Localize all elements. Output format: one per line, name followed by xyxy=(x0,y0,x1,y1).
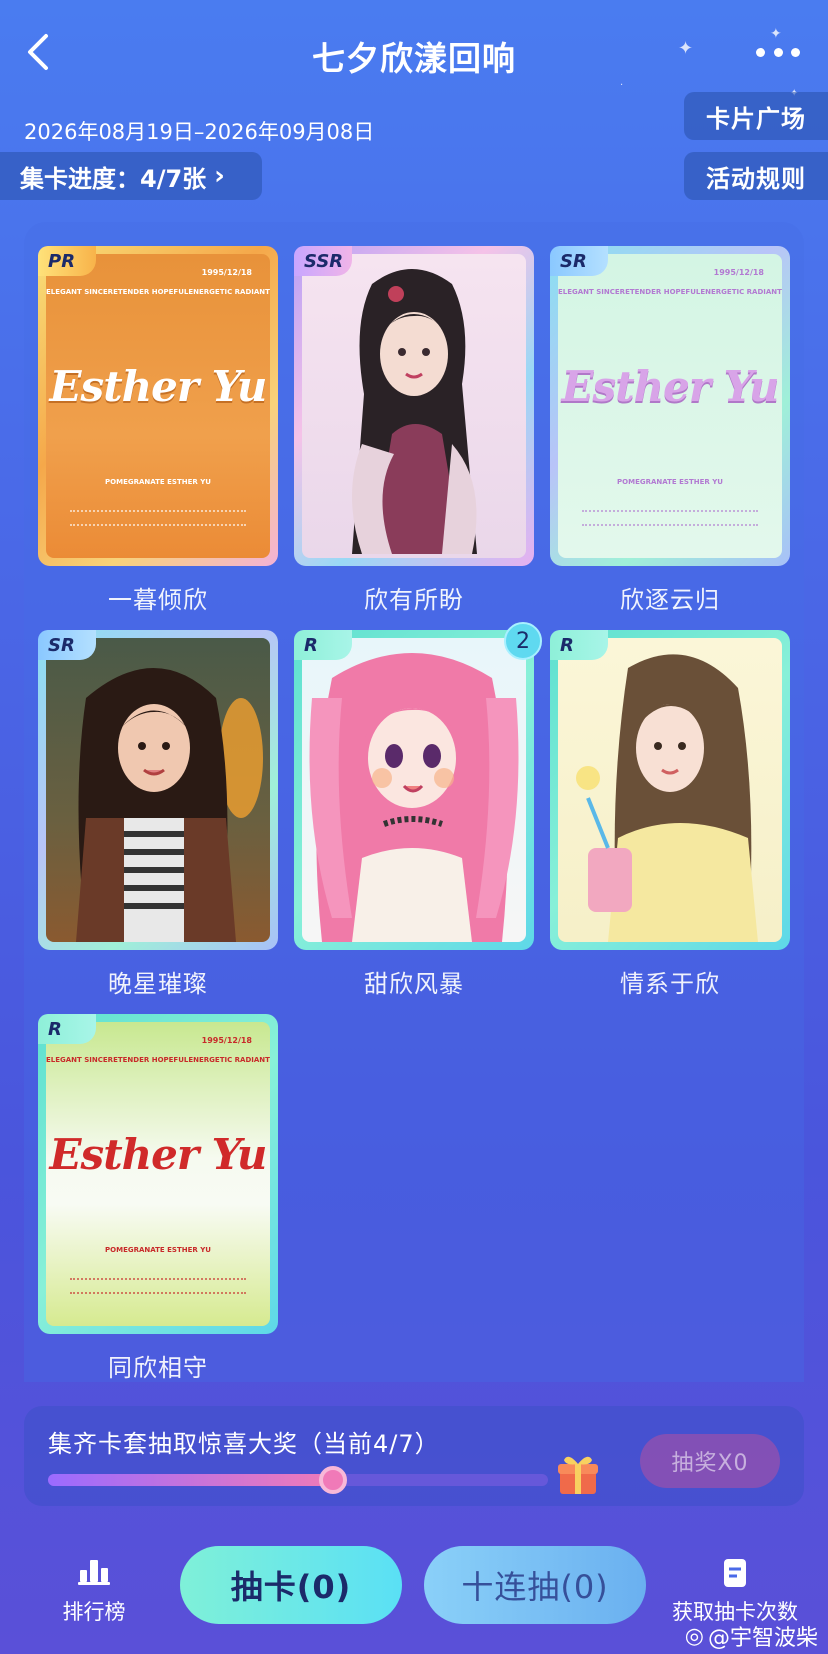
card-name: 情系于欣 xyxy=(620,970,720,998)
poster-fine-print xyxy=(70,1278,246,1294)
grand-prize-progress: 集齐卡套抽取惊喜大奖（当前4/7） 抽奖X0 xyxy=(24,1406,804,1506)
rarity-badge: PR xyxy=(38,246,96,276)
card-item[interactable]: PR 1995/12/18 ELEGANT SINCERE TENDER HOP… xyxy=(38,246,278,615)
poster-tag: TENDER HOPEFUL xyxy=(117,288,189,296)
rarity-badge: SSR xyxy=(294,246,352,276)
poster-tags: ELEGANT SINCERE TENDER HOPEFUL ENERGETIC… xyxy=(46,1056,270,1064)
chevron-right-icon: › xyxy=(214,161,225,191)
more-dot xyxy=(773,47,783,57)
poster-script-logo: Esther Yu xyxy=(561,362,780,411)
collection-progress-button[interactable]: 集卡进度：4/7张 › xyxy=(0,152,262,200)
poster-script-logo: Esther Yu xyxy=(49,362,268,411)
poster-subtitle: POMEGRANATE ESTHER YU xyxy=(105,1246,211,1254)
rarity-badge: SR xyxy=(38,630,96,660)
rarity-badge: R xyxy=(294,630,352,660)
poster-tag: ENERGETIC RADIANT xyxy=(188,1056,270,1064)
card-item[interactable]: SR 1995/12/18 ELEGANT SINCERE TENDER HOP… xyxy=(550,246,790,615)
leaderboard-button[interactable]: 排行榜 xyxy=(44,1558,144,1626)
poster-tag: ENERGETIC RADIANT xyxy=(188,288,270,296)
leaderboard-icon xyxy=(78,1560,110,1585)
poster-tag: ELEGANT SINCERE xyxy=(558,288,630,296)
card-frame: SR xyxy=(38,630,278,950)
grand-prize-text: 集齐卡套抽取惊喜大奖（当前4/7） xyxy=(48,1430,440,1458)
poster-tags: ELEGANT SINCERE TENDER HOPEFUL ENERGETIC… xyxy=(558,288,782,296)
watermark-text: @宇智波柴 xyxy=(707,1626,818,1651)
document-icon xyxy=(724,1559,746,1587)
portrait-illustration xyxy=(76,668,263,942)
lottery-draw-button[interactable]: 抽奖X0 xyxy=(640,1434,780,1488)
card-item[interactable]: 2 R 甜欣风暴 xyxy=(294,622,542,999)
card-square-button[interactable]: 卡片广场 xyxy=(684,92,828,140)
rarity-badge: SR xyxy=(550,246,608,276)
card-frame: PR 1995/12/18 ELEGANT SINCERE TENDER HOP… xyxy=(38,246,278,566)
card-count-badge: 2 xyxy=(504,622,542,660)
weibo-icon: ◎ xyxy=(684,1623,704,1649)
poster-tag: TENDER HOPEFUL xyxy=(117,1056,189,1064)
poster-date: 1995/12/18 xyxy=(713,268,764,277)
leaderboard-label: 排行榜 xyxy=(62,1600,126,1624)
card-image: 1995/12/18 ELEGANT SINCERE TENDER HOPEFU… xyxy=(558,254,782,558)
collection-progress-label: 集卡进度：4/7张 xyxy=(20,164,207,193)
poster-tag: TENDER HOPEFUL xyxy=(629,288,701,296)
card-name: 甜欣风暴 xyxy=(364,970,464,998)
watermark: ◎ @宇智波柴 xyxy=(685,1620,818,1652)
page-title: 七夕欣漾回响 xyxy=(312,39,516,78)
card-name: 晚星璀璨 xyxy=(108,970,208,998)
card-image xyxy=(302,254,526,558)
gift-icon xyxy=(558,1456,598,1494)
poster-fine-print xyxy=(582,510,758,526)
progress-track xyxy=(48,1466,548,1494)
poster-fine-print xyxy=(70,510,246,526)
card-collection-panel: PR 1995/12/18 ELEGANT SINCERE TENDER HOP… xyxy=(24,222,804,1382)
poster-subtitle: POMEGRANATE ESTHER YU xyxy=(105,478,211,486)
card-item[interactable]: SR 晚星璀璨 xyxy=(38,630,278,999)
card-image: 1995/12/18 ELEGANT SINCERE TENDER HOPEFU… xyxy=(46,254,270,558)
poster-date: 1995/12/18 xyxy=(201,1036,252,1045)
bottom-action-bar: 排行榜 抽卡(0) 十连抽(0) 获取抽卡次数 ◎ @宇智波柴 xyxy=(0,1528,828,1654)
draw-card-button[interactable]: 抽卡(0) xyxy=(180,1546,402,1624)
poster-tags: ELEGANT SINCERE TENDER HOPEFUL ENERGETIC… xyxy=(46,288,270,296)
card-frame: 2 R xyxy=(294,622,542,950)
poster-tag: ELEGANT SINCERE xyxy=(46,288,118,296)
rarity-badge: R xyxy=(550,630,608,660)
card-frame: R 1995/12/18 ELEGANT SINCERE TENDER HOPE… xyxy=(38,1014,278,1334)
card-name: 欣逐云归 xyxy=(620,586,720,614)
card-item[interactable]: R 情系于欣 xyxy=(550,630,790,999)
card-image xyxy=(46,638,270,942)
card-name: 一暮倾欣 xyxy=(108,586,208,614)
rarity-badge: R xyxy=(38,1014,96,1044)
portrait-illustration xyxy=(309,653,519,942)
poster-tag: ELEGANT SINCERE xyxy=(46,1056,118,1064)
event-date-range: 2026年08月19日–2026年09月08日 xyxy=(24,120,375,144)
progress-knob xyxy=(319,1466,347,1494)
more-dot xyxy=(756,47,765,57)
card-item[interactable]: SSR 欣有所盼 xyxy=(294,246,534,615)
card-image: 1995/12/18 ELEGANT SINCERE TENDER HOPEFU… xyxy=(46,1022,270,1326)
card-name: 同欣相守 xyxy=(108,1354,208,1382)
card-frame: R xyxy=(550,630,790,950)
card-name: 欣有所盼 xyxy=(364,586,464,614)
portrait-illustration xyxy=(576,654,758,942)
card-image xyxy=(302,638,526,942)
card-image xyxy=(558,638,782,942)
card-item[interactable]: R 1995/12/18 ELEGANT SINCERE TENDER HOPE… xyxy=(38,1014,278,1383)
poster-script-logo: Esther Yu xyxy=(49,1130,268,1179)
poster-subtitle: POMEGRANATE ESTHER YU xyxy=(617,478,723,486)
portrait-illustration xyxy=(352,269,477,554)
activity-rules-button[interactable]: 活动规则 xyxy=(684,152,828,200)
card-frame: SSR xyxy=(294,246,534,566)
ten-draw-button[interactable]: 十连抽(0) xyxy=(424,1546,646,1624)
get-draws-button[interactable]: 获取抽卡次数 xyxy=(660,1558,810,1626)
more-dot xyxy=(791,47,800,57)
progress-fill xyxy=(48,1474,333,1486)
poster-date: 1995/12/18 xyxy=(201,268,252,277)
more-button[interactable] xyxy=(756,38,800,66)
poster-tag: ENERGETIC RADIANT xyxy=(700,288,782,296)
card-frame: SR 1995/12/18 ELEGANT SINCERE TENDER HOP… xyxy=(550,246,790,566)
